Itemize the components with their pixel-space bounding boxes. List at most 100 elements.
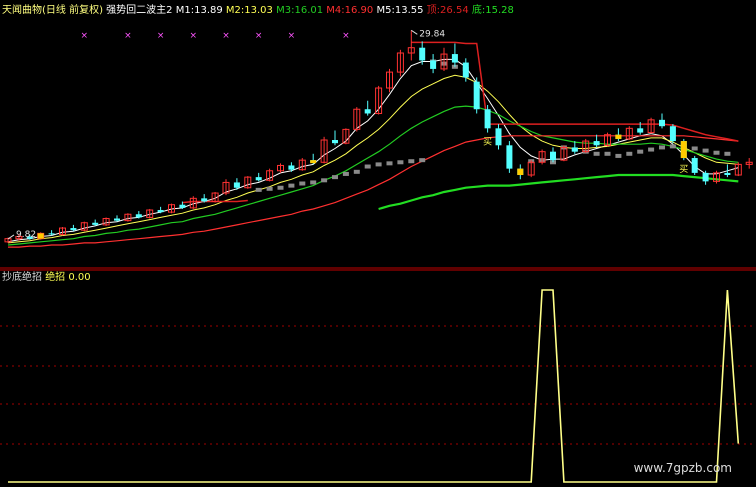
m5-point	[255, 187, 262, 192]
highlight-bar	[615, 134, 622, 139]
m5-point	[364, 164, 371, 169]
candle-body	[114, 218, 120, 221]
candle-body	[179, 204, 186, 208]
candle-body	[691, 158, 698, 173]
legend-ding-label: 顶:	[426, 5, 441, 16]
candle-body	[593, 141, 600, 146]
watermark: www.7gpzb.com	[633, 461, 732, 475]
candle-body	[659, 119, 665, 127]
price-label-high: 29.84	[419, 29, 445, 39]
candle-body	[462, 62, 469, 78]
m5-point	[691, 146, 698, 151]
candle	[473, 77, 480, 114]
m5-point	[332, 175, 338, 180]
candle	[691, 155, 698, 176]
candle-body	[70, 228, 77, 231]
marker-x: ×	[288, 31, 296, 41]
marker-x: ×	[255, 31, 263, 41]
m5-point	[615, 153, 622, 158]
m5-point	[408, 159, 415, 164]
legend-m5-label: M5:	[376, 5, 395, 16]
legend-m3-label: M3:	[276, 5, 295, 16]
candle-body	[495, 128, 502, 146]
candle-body	[571, 147, 578, 152]
m5-point	[386, 161, 393, 166]
legend-m2-label: M2:	[225, 5, 245, 16]
candle-body	[637, 128, 644, 133]
candle-body	[669, 126, 676, 142]
indicator-label: 绝招	[45, 272, 66, 283]
marker-x: ×	[342, 31, 350, 41]
legend-m1-value: 13.89	[194, 5, 223, 16]
candle-body	[430, 60, 437, 69]
candle-body	[473, 81, 480, 110]
candle-body	[157, 210, 164, 213]
m5-point	[659, 145, 665, 150]
m5-point	[713, 150, 720, 155]
main-chart-header: 天闻曲物(日线 前复权) 强势回二波主2 M1:13.89 M2:13.03 M…	[2, 5, 514, 17]
candle-body	[702, 172, 709, 182]
m5-point	[310, 180, 317, 185]
candle-body	[288, 165, 295, 170]
indicator-header: 抄底绝招 绝招 0.00	[2, 272, 91, 284]
highlight-bar	[37, 233, 44, 239]
m5-point	[299, 181, 306, 186]
candle	[506, 141, 513, 173]
marker-x: ×	[124, 31, 132, 41]
candle-body	[451, 54, 458, 63]
m5-point	[397, 160, 404, 165]
m5-point	[626, 151, 633, 156]
legend-m5-value: 13.55	[394, 5, 424, 16]
legend-m4-label: M4:	[326, 5, 345, 16]
candle-body	[484, 109, 491, 129]
candle	[669, 124, 676, 144]
m5-point	[419, 158, 426, 163]
price-label-low: 9.82	[16, 230, 36, 240]
marker-x: ×	[222, 31, 230, 41]
legend-ding-value: 26.54	[440, 5, 469, 16]
highlight-bar	[310, 160, 317, 164]
formula-name: 强势回二波主2	[106, 5, 173, 16]
candle-body	[135, 214, 142, 218]
m5-point	[321, 178, 328, 183]
legend-di-label: 底:	[471, 5, 486, 16]
legend-m2-value: 13.03	[244, 5, 273, 16]
candle-body	[233, 182, 240, 188]
legend-m4-value: 16.90	[344, 5, 374, 16]
m5-point	[277, 185, 284, 190]
chart-title: 天闻曲物(日线 前复权)	[2, 5, 103, 16]
stock-chart: × × × × × × × × 29.849.82买买	[0, 0, 756, 487]
m5-point	[593, 151, 600, 156]
legend-di-value: 15.28	[485, 5, 514, 16]
m5-point	[375, 162, 382, 167]
m5-point	[288, 183, 295, 188]
marker-x: ×	[81, 31, 89, 41]
indicator-title: 抄底绝招	[2, 272, 42, 283]
candle-body	[506, 145, 513, 169]
m5-point	[724, 151, 731, 156]
trade-signal: 买	[483, 137, 492, 148]
candle-body	[419, 47, 426, 61]
highlight-bar	[680, 141, 687, 159]
candle-body	[364, 109, 371, 114]
m5-point	[342, 171, 349, 176]
candle-body	[201, 198, 208, 202]
legend-m1-label: M1:	[175, 5, 195, 16]
candle-body	[255, 177, 262, 181]
m5-point	[604, 151, 611, 156]
m5-point	[669, 144, 676, 149]
m5-point	[637, 149, 644, 154]
legend-m3-value: 16.01	[294, 5, 324, 16]
candle-body	[48, 233, 55, 235]
trade-signal: 买	[679, 164, 688, 175]
marker-x: ×	[157, 31, 165, 41]
m5-point	[702, 148, 709, 153]
candle-body	[724, 172, 731, 176]
m5-point	[648, 147, 655, 152]
candle-body	[332, 140, 338, 144]
candle-body	[550, 151, 556, 161]
highlight-bar	[517, 168, 524, 176]
m5-point	[266, 186, 273, 191]
m5-point	[353, 169, 360, 174]
marker-x: ×	[190, 31, 198, 41]
